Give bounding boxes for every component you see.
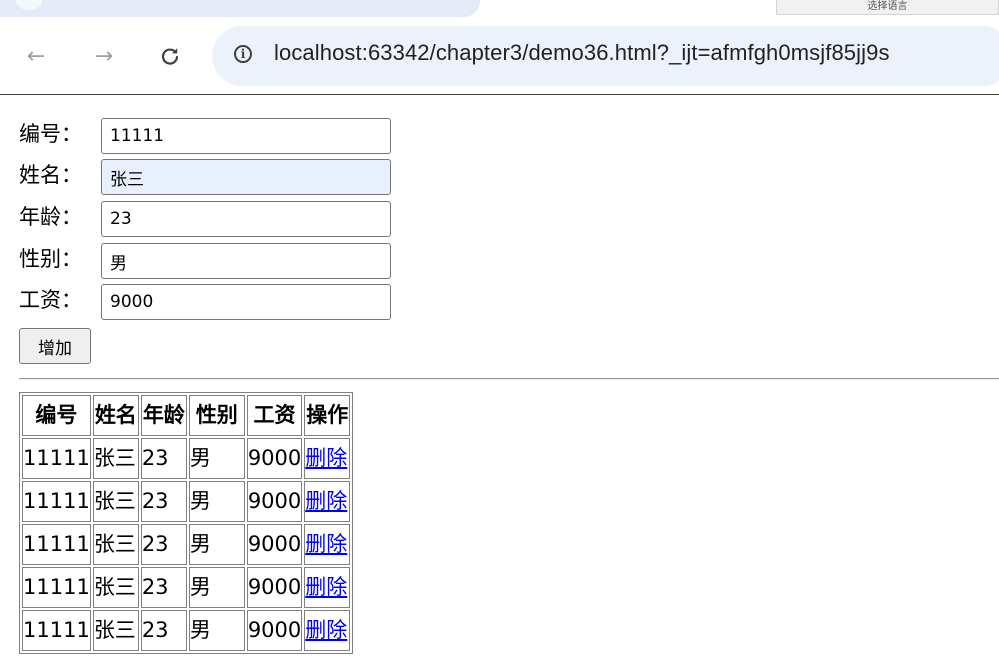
delete-link[interactable]: 删除	[305, 446, 347, 470]
tab-favicon	[16, 0, 42, 10]
cell-salary: 9000	[246, 481, 303, 522]
employee-table: 编号 姓名 年龄 性别 工资 操作 11111 张三 23 男 9000 删除 …	[19, 392, 354, 654]
cell-id: 11111	[22, 481, 91, 522]
cell-action: 删除	[304, 610, 351, 651]
info-icon[interactable]: i	[234, 45, 252, 63]
cell-name: 张三	[92, 481, 139, 522]
salary-label: 工资：	[19, 288, 82, 312]
cell-name: 张三	[92, 567, 139, 608]
name-input[interactable]	[101, 159, 391, 195]
table-row: 11111 张三 23 男 9000 删除	[22, 567, 351, 608]
cell-sex: 男	[188, 567, 245, 608]
delete-link[interactable]: 删除	[305, 532, 347, 556]
header-name: 姓名	[92, 395, 139, 436]
delete-link[interactable]: 删除	[305, 489, 347, 513]
delete-link[interactable]: 删除	[305, 575, 347, 599]
address-bar[interactable]: i localhost:63342/chapter3/demo36.html?_…	[212, 26, 999, 86]
url-text[interactable]: localhost:63342/chapter3/demo36.html?_ij…	[274, 40, 890, 66]
active-tab[interactable]	[0, 0, 480, 17]
cell-age: 23	[140, 567, 187, 608]
delete-link[interactable]: 删除	[305, 618, 347, 642]
cell-action: 删除	[304, 524, 351, 565]
header-id: 编号	[22, 395, 91, 436]
age-label: 年龄：	[19, 205, 82, 229]
arrow-left-icon: ←	[26, 43, 46, 69]
cell-age: 23	[140, 524, 187, 565]
browser-toolbar: ← → i localhost:63342/chapter3/demo36.ht…	[0, 18, 999, 95]
cell-sex: 男	[188, 438, 245, 479]
cell-id: 11111	[22, 567, 91, 608]
header-sex: 性别	[188, 395, 245, 436]
cell-age: 23	[140, 481, 187, 522]
table-header-row: 编号 姓名 年龄 性别 工资 操作	[22, 395, 351, 436]
arrow-right-icon: →	[94, 43, 114, 69]
cell-sex: 男	[188, 524, 245, 565]
id-input[interactable]	[101, 118, 391, 154]
age-input[interactable]	[101, 201, 391, 237]
table-row: 11111 张三 23 男 9000 删除	[22, 610, 351, 651]
reload-button[interactable]	[152, 38, 188, 74]
tab-strip: 选择语言	[0, 0, 999, 18]
cell-action: 删除	[304, 438, 351, 479]
salary-input[interactable]	[101, 284, 391, 320]
table-row: 11111 张三 23 男 9000 删除	[22, 524, 351, 565]
id-label: 编号：	[19, 122, 82, 146]
cell-id: 11111	[22, 610, 91, 651]
cell-age: 23	[140, 438, 187, 479]
translate-language-label: 选择语言	[867, 1, 908, 12]
cell-sex: 男	[188, 610, 245, 651]
divider	[19, 378, 999, 380]
cell-sex: 男	[188, 481, 245, 522]
name-label: 姓名：	[19, 163, 82, 187]
cell-id: 11111	[22, 524, 91, 565]
back-button[interactable]: ←	[18, 38, 54, 74]
header-salary: 工资	[246, 395, 303, 436]
sex-input[interactable]	[101, 243, 391, 279]
cell-salary: 9000	[246, 610, 303, 651]
forward-button[interactable]: →	[86, 38, 122, 74]
cell-age: 23	[140, 610, 187, 651]
cell-name: 张三	[92, 610, 139, 651]
cell-id: 11111	[22, 438, 91, 479]
cell-salary: 9000	[246, 524, 303, 565]
reload-icon	[161, 48, 179, 65]
header-age: 年龄	[140, 395, 187, 436]
table-row: 11111 张三 23 男 9000 删除	[22, 481, 351, 522]
sex-label: 性别：	[19, 247, 82, 271]
cell-name: 张三	[92, 524, 139, 565]
cell-name: 张三	[92, 438, 139, 479]
cell-action: 删除	[304, 481, 351, 522]
cell-action: 删除	[304, 567, 351, 608]
header-action: 操作	[304, 395, 351, 436]
cell-salary: 9000	[246, 438, 303, 479]
add-button[interactable]: 增加	[19, 328, 91, 364]
cell-salary: 9000	[246, 567, 303, 608]
translate-language-button[interactable]: 选择语言	[776, 0, 999, 15]
table-row: 11111 张三 23 男 9000 删除	[22, 438, 351, 479]
